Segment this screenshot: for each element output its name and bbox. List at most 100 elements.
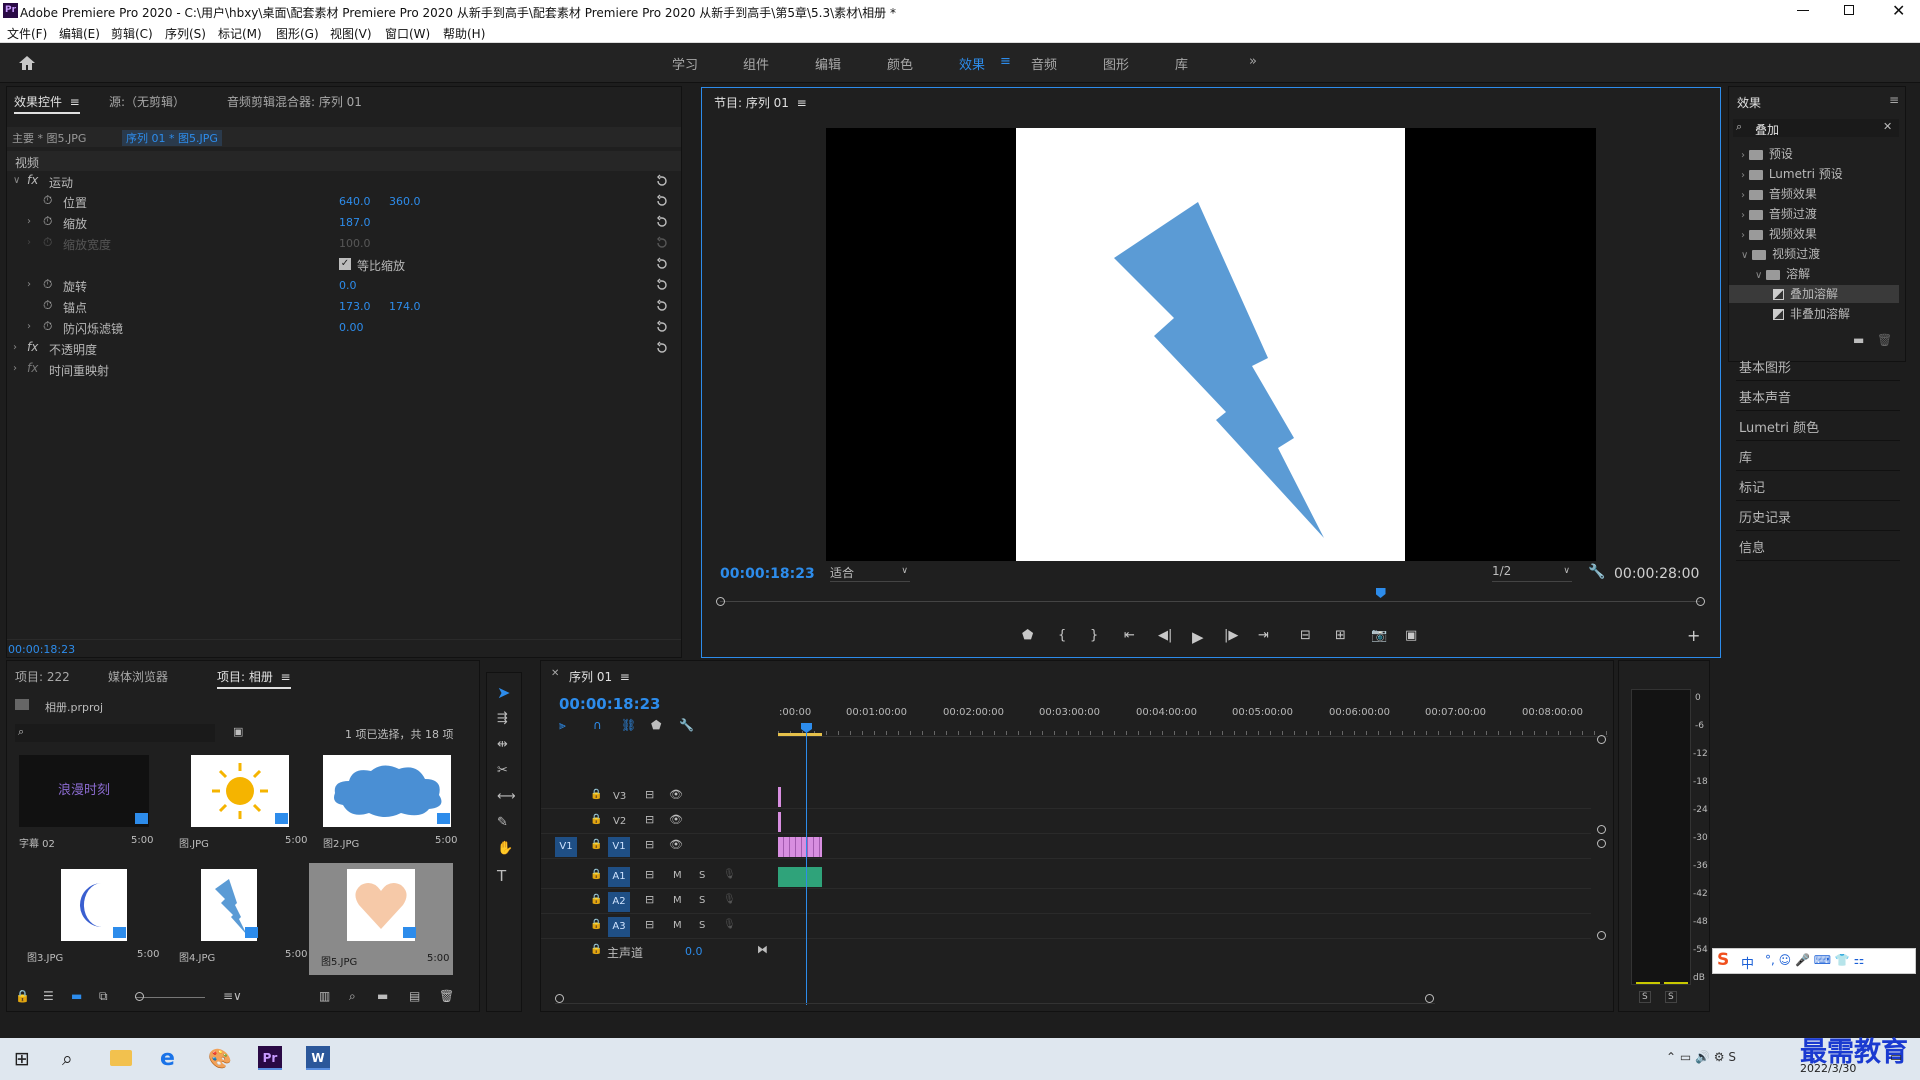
chevron-right-icon[interactable]: › [13, 342, 17, 353]
ime-icons[interactable]: °, ☺ 🎤 ⌨ 👕 ⚏ [1765, 953, 1864, 967]
mark-in-icon[interactable]: { [1058, 628, 1066, 643]
file-explorer-icon[interactable] [110, 1050, 132, 1066]
timeline-playhead[interactable] [806, 727, 807, 1005]
source-patch-v1[interactable]: V1 [555, 837, 577, 857]
menu-marker[interactable]: 标记(M) [218, 25, 262, 42]
maximize-icon[interactable] [1844, 5, 1854, 15]
sync-lock-icon[interactable]: ⊟ [645, 893, 654, 906]
notification-icon[interactable]: ▭ [1890, 1050, 1902, 1065]
go-to-in-icon[interactable]: ⇤ [1124, 628, 1135, 643]
tab-source[interactable]: 源:（无剪辑） [109, 93, 185, 110]
lock-icon[interactable]: 🔒 [15, 989, 30, 1003]
timeline-timecode[interactable]: 00:00:18:23 [559, 695, 661, 713]
effect-folder-video-effects[interactable]: › 视频效果 [1741, 225, 1817, 243]
lock-icon[interactable]: 🔒 [590, 894, 602, 905]
compare-view-icon[interactable]: ▣ [1405, 628, 1417, 643]
icon-view-icon[interactable]: ▬ [71, 989, 82, 1003]
microphone-icon[interactable]: 🎙 [723, 869, 736, 880]
panel-essential-sound[interactable]: 基本声音 [1736, 381, 1900, 411]
reset-icon[interactable] [655, 174, 669, 188]
effect-non-additive-dissolve[interactable]: 非叠加溶解 [1773, 305, 1850, 323]
reset-icon[interactable] [655, 215, 669, 229]
solo-right-button[interactable]: S [1665, 991, 1677, 1003]
program-timecode[interactable]: 00:00:18:23 [720, 566, 815, 582]
position-x[interactable]: 640.0 [339, 195, 371, 208]
effect-folder-dissolve[interactable]: ∨ 溶解 [1755, 265, 1810, 283]
horizontal-scrollbar[interactable] [555, 994, 1435, 1004]
track-label[interactable]: V3 [613, 791, 626, 802]
add-marker-icon[interactable]: ⬟ [651, 718, 661, 732]
effects-title[interactable]: 效果 [1737, 94, 1761, 111]
chevron-right-icon[interactable]: › [13, 363, 17, 374]
program-scrubber[interactable] [716, 588, 1706, 608]
effect-folder-audio-effects[interactable]: › 音频效果 [1741, 185, 1817, 203]
ws-color[interactable]: 颜色 [887, 54, 913, 73]
ws-assembly[interactable]: 组件 [743, 54, 769, 73]
snap-icon[interactable]: ∩ [593, 718, 602, 732]
clear-search-icon[interactable]: ✕ [1883, 120, 1892, 133]
go-to-end-icon[interactable]: ⧓ [757, 943, 768, 956]
effect-folder-lumetri-presets[interactable]: › Lumetri 预设 [1741, 165, 1843, 183]
freeform-view-icon[interactable]: ⧉ [99, 989, 108, 1004]
effect-controls-timecode[interactable]: 00:00:18:23 [8, 643, 75, 656]
type-tool-icon[interactable]: T [497, 867, 506, 885]
home-icon[interactable] [18, 55, 36, 71]
ws-learn[interactable]: 学习 [672, 54, 698, 73]
effects-search[interactable]: ⌕ 叠加 ✕ [1733, 119, 1899, 137]
scroll-handle[interactable] [1597, 839, 1606, 848]
tab-audio-clip-mixer[interactable]: 音频剪辑混合器: 序列 01 [227, 93, 362, 110]
scale-value[interactable]: 187.0 [339, 216, 371, 229]
ws-audio[interactable]: 音频 [1031, 54, 1057, 73]
effects-menu-icon[interactable]: ≡ [1889, 93, 1899, 107]
mute-button[interactable]: M [673, 870, 682, 881]
tab-effect-controls[interactable]: 效果控件 ≡ [14, 93, 80, 114]
wrench-icon[interactable]: 🔧 [1588, 564, 1605, 580]
step-forward-icon[interactable]: |▶ [1224, 628, 1238, 643]
new-search-bin-icon[interactable]: ▣ [233, 725, 243, 738]
scrubber-start-handle[interactable] [716, 597, 725, 606]
stopwatch-icon[interactable]: ⏱ [43, 277, 52, 292]
selection-tool-icon[interactable]: ➤ [497, 683, 510, 702]
stopwatch-icon[interactable]: ⏱ [43, 193, 52, 208]
position-y[interactable]: 360.0 [389, 195, 421, 208]
export-frame-icon[interactable]: 📷 [1371, 628, 1387, 643]
effect-cross-dissolve[interactable]: 叠加溶解 [1729, 285, 1899, 303]
clip-thumbnail-selected[interactable]: 图5.JPG 5:00 [309, 863, 453, 975]
effect-folder-audio-transitions[interactable]: › 音频过渡 [1741, 205, 1817, 223]
find-icon[interactable]: ⌕ [349, 989, 356, 1004]
clip-v2[interactable] [778, 812, 781, 832]
list-view-icon[interactable]: ☰ [43, 989, 54, 1003]
stopwatch-icon[interactable]: ⏱ [43, 319, 52, 334]
anti-flicker-value[interactable]: 0.00 [339, 321, 364, 334]
microphone-icon[interactable]: 🎙 [723, 919, 736, 930]
panel-libraries[interactable]: 库 [1736, 441, 1900, 471]
lock-icon[interactable]: 🔒 [590, 919, 602, 930]
edge-browser-icon[interactable]: e [160, 1046, 175, 1071]
lock-icon[interactable]: 🔒 [590, 814, 602, 825]
new-bin-icon[interactable]: ▬ [1853, 333, 1864, 347]
solo-button[interactable]: S [699, 895, 705, 906]
track-label[interactable]: V2 [613, 816, 626, 827]
sequence-clip[interactable]: 序列 01 * 图5.JPG [122, 130, 222, 146]
reset-icon[interactable] [655, 278, 669, 292]
track-label[interactable]: A2 [608, 892, 630, 912]
clip-thumbnail[interactable]: 图3.JPG 5:00 [19, 869, 159, 969]
mute-button[interactable]: M [673, 920, 682, 931]
reset-icon[interactable] [655, 320, 669, 334]
chevron-right-icon[interactable]: › [27, 216, 31, 227]
menu-graphics[interactable]: 图形(G) [276, 25, 319, 42]
master-volume[interactable]: 0.0 [685, 945, 703, 958]
clip-v3[interactable] [778, 787, 781, 807]
tray-icons[interactable]: ⌃ ▭ 🔊 ⚙ S [1666, 1050, 1736, 1064]
scroll-handle[interactable] [1597, 931, 1606, 940]
new-item-icon[interactable]: ▤ [409, 989, 420, 1003]
track-select-tool-icon[interactable]: ⇶ [497, 711, 508, 726]
chevron-right-icon[interactable]: › [27, 321, 31, 332]
menu-help[interactable]: 帮助(H) [443, 25, 485, 42]
sync-lock-icon[interactable]: ⊟ [645, 813, 654, 826]
sogou-logo-icon[interactable]: S [1717, 950, 1729, 970]
track-label[interactable]: A3 [608, 917, 630, 937]
clip-thumbnail[interactable]: 图4.JPG 5:00 [173, 869, 307, 969]
sync-lock-icon[interactable]: ⊟ [645, 788, 654, 801]
extract-icon[interactable]: ⊞ [1335, 628, 1346, 643]
